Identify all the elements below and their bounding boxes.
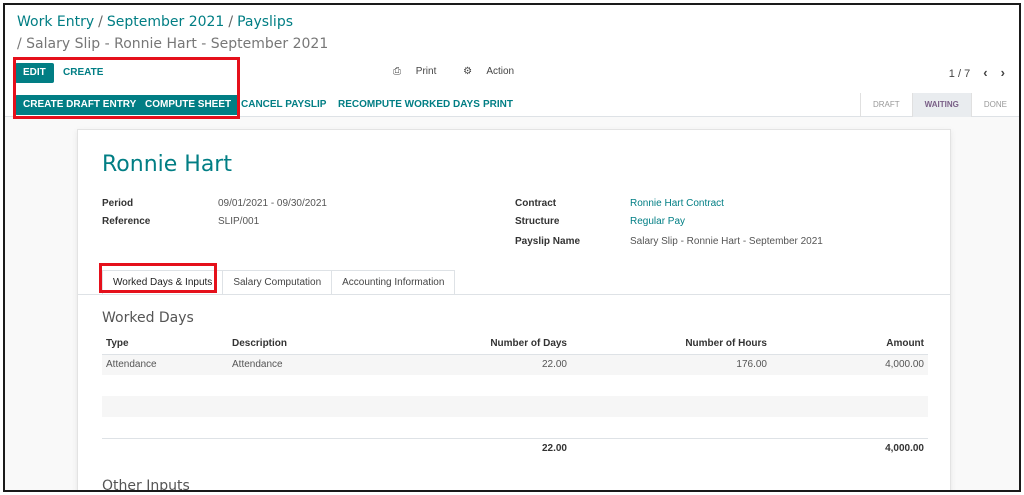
gear-icon: ⚙ bbox=[463, 66, 473, 77]
stage-done[interactable]: DONE bbox=[970, 93, 1019, 117]
col-description[interactable]: Description bbox=[228, 334, 438, 355]
highlight-box-buttons bbox=[13, 57, 240, 119]
print-menu[interactable]: ⎙ Print bbox=[393, 66, 448, 77]
worked-days-title: Worked Days bbox=[102, 310, 194, 326]
cell-description: Attendance bbox=[228, 354, 438, 375]
breadcrumb: Work Entry / September 2021/Payslips bbox=[17, 14, 293, 30]
pager: 1 / 7 ‹ › bbox=[949, 65, 1005, 80]
payslip-name-value: Salary Slip - Ronnie Hart - September 20… bbox=[630, 236, 823, 247]
structure-label: Structure bbox=[515, 216, 560, 227]
breadcrumb-work-entry[interactable]: Work Entry bbox=[17, 14, 94, 30]
structure-link[interactable]: Regular Pay bbox=[630, 216, 685, 227]
cell-hours: 176.00 bbox=[571, 354, 771, 375]
stage-draft[interactable]: DRAFT bbox=[859, 93, 912, 117]
print-icon: ⎙ bbox=[393, 66, 401, 77]
total-row: 22.00 4,000.00 bbox=[102, 437, 928, 458]
total-days: 22.00 bbox=[438, 437, 571, 458]
pager-value[interactable]: 1 / 7 bbox=[949, 68, 970, 80]
col-type[interactable]: Type bbox=[102, 334, 228, 355]
chevron-right-icon[interactable]: › bbox=[1001, 65, 1005, 80]
payslip-name-label: Payslip Name bbox=[515, 236, 581, 247]
empty-row bbox=[102, 417, 928, 438]
total-amount: 4,000.00 bbox=[771, 437, 928, 458]
col-amount[interactable]: Amount bbox=[771, 334, 928, 355]
breadcrumb-current: / Salary Slip - Ronnie Hart - September … bbox=[17, 36, 329, 52]
stage-waiting[interactable]: WAITING bbox=[911, 93, 971, 117]
print-button[interactable]: PRINT bbox=[475, 95, 521, 115]
center-actions: ⎙ Print ⚙ Action bbox=[393, 66, 538, 77]
recompute-worked-days-button[interactable]: RECOMPUTE WORKED DAYS bbox=[330, 95, 488, 115]
cancel-payslip-button[interactable]: CANCEL PAYSLIP bbox=[233, 95, 334, 115]
other-inputs-title: Other Inputs bbox=[102, 478, 190, 492]
print-menu-label: Print bbox=[415, 66, 437, 77]
empty-row bbox=[102, 375, 928, 396]
cell-amount: 4,000.00 bbox=[771, 354, 928, 375]
col-number-of-days[interactable]: Number of Days bbox=[438, 334, 571, 355]
cell-days: 22.00 bbox=[438, 354, 571, 375]
contract-label: Contract bbox=[515, 198, 557, 209]
table-row[interactable]: Attendance Attendance 22.00 176.00 4,000… bbox=[102, 354, 928, 375]
app-window: Work Entry / September 2021/Payslips / Sal… bbox=[3, 3, 1021, 492]
empty-row bbox=[102, 396, 928, 417]
form-sheet: Ronnie Hart Period 09/01/2021 - 09/30/20… bbox=[77, 129, 951, 492]
action-menu[interactable]: ⚙ Action bbox=[463, 66, 526, 77]
status-bar: DRAFT WAITING DONE bbox=[859, 93, 1019, 117]
period-value: 09/01/2021 - 09/30/2021 bbox=[218, 198, 327, 209]
reference-label: Reference bbox=[102, 216, 151, 227]
action-menu-label: Action bbox=[486, 66, 515, 77]
reference-value: SLIP/001 bbox=[218, 216, 260, 227]
contract-link[interactable]: Ronnie Hart Contract bbox=[630, 198, 724, 209]
col-number-of-hours[interactable]: Number of Hours bbox=[571, 334, 771, 355]
period-label: Period bbox=[102, 198, 134, 209]
breadcrumb-payslips[interactable]: Payslips bbox=[237, 14, 293, 30]
cell-type: Attendance bbox=[102, 354, 228, 375]
table-header-row: Type Description Number of Days Number o… bbox=[102, 334, 928, 355]
highlight-box-tab bbox=[99, 263, 217, 293]
employee-name: Ronnie Hart bbox=[102, 152, 232, 177]
worked-days-table: Type Description Number of Days Number o… bbox=[102, 334, 928, 458]
breadcrumb-september-2021[interactable]: September 2021 bbox=[107, 14, 224, 30]
tab-accounting-information[interactable]: Accounting Information bbox=[331, 270, 456, 295]
tab-salary-computation[interactable]: Salary Computation bbox=[222, 270, 333, 295]
chevron-left-icon[interactable]: ‹ bbox=[983, 65, 987, 80]
